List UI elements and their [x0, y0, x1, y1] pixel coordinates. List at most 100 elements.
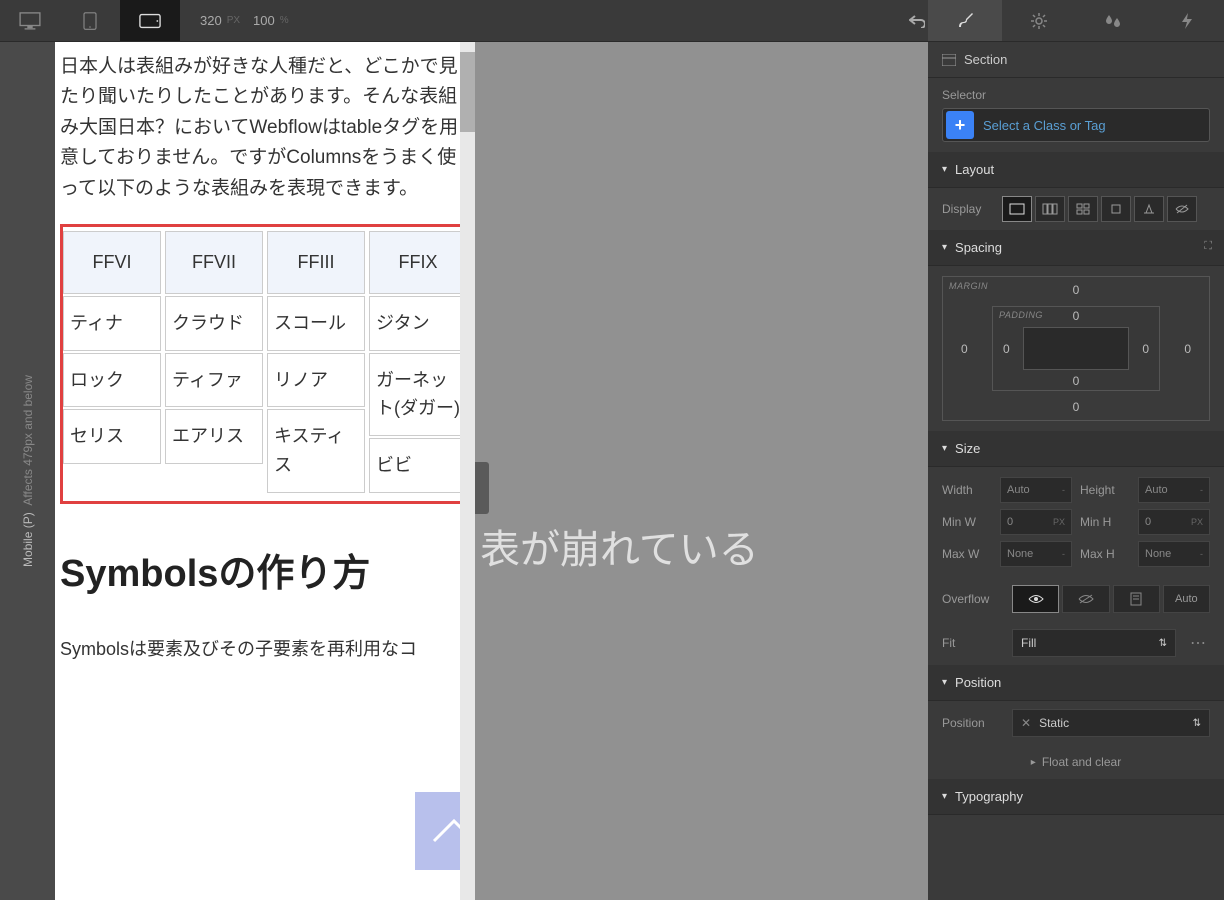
size-section-header[interactable]: ▾ Size	[928, 431, 1224, 467]
selector-block: Selector + Select a Class or Tag	[928, 78, 1224, 152]
fit-row: Fit Fill⇅ ⋯	[928, 621, 1224, 665]
padding-top[interactable]: 0	[1073, 309, 1080, 323]
overflow-label: Overflow	[942, 592, 1002, 606]
canvas-dimensions: 320 PX 100 %	[200, 13, 289, 28]
margin-top[interactable]: 0	[1073, 283, 1080, 297]
position-select[interactable]: ✕Static ⇅	[1012, 709, 1210, 737]
size-grid: Width Auto- Height Auto- Min W 0PX Min H…	[928, 467, 1224, 577]
chevron-down-icon: ▾	[942, 242, 947, 253]
width-input[interactable]: Auto-	[1000, 477, 1072, 503]
chevron-down-icon: ▾	[942, 791, 947, 802]
style-panel: Section Selector + Select a Class or Tag…	[928, 0, 1224, 900]
tab-style[interactable]	[928, 0, 1002, 41]
display-grid[interactable]	[1068, 196, 1098, 222]
canvas-zoom[interactable]: 100	[253, 13, 275, 28]
tab-interactions[interactable]	[1076, 0, 1150, 41]
spacing-section-header[interactable]: ▾ Spacing ⛶	[928, 230, 1224, 266]
selector-placeholder: Select a Class or Tag	[977, 118, 1106, 133]
height-input[interactable]: Auto-	[1138, 477, 1210, 503]
padding-bottom[interactable]: 0	[1073, 374, 1080, 388]
block-icon	[1009, 203, 1025, 215]
inline-block-icon	[1108, 203, 1124, 215]
overflow-auto[interactable]: Auto	[1163, 585, 1210, 613]
layout-section-header[interactable]: ▾ Layout	[928, 152, 1224, 188]
margin-bottom[interactable]: 0	[1073, 400, 1080, 414]
bolt-icon	[1180, 12, 1194, 30]
padding-right[interactable]: 0	[1142, 342, 1149, 356]
display-inline-block[interactable]	[1101, 196, 1131, 222]
overflow-scroll[interactable]	[1113, 585, 1160, 613]
spacing-editor[interactable]: MARGIN 0 0 0 0 PADDING 0 0 0 0	[928, 266, 1224, 431]
margin-left[interactable]: 0	[961, 342, 968, 356]
scrollbar-thumb[interactable]	[460, 52, 475, 132]
table-cell: セリス	[63, 409, 161, 464]
add-class-button[interactable]: +	[946, 111, 974, 139]
device-preview[interactable]: 日本人は表組みが好きな人種だと、どこかで見たり聞いたりしたことがあります。そんな…	[55, 42, 475, 900]
position-section-header[interactable]: ▾ Position	[928, 665, 1224, 701]
breakpoint-rail: Mobile (P) Affects 479px and below	[0, 42, 55, 900]
overflow-visible[interactable]	[1012, 585, 1059, 613]
display-block[interactable]	[1002, 196, 1032, 222]
breakpoint-switcher	[0, 0, 180, 41]
float-clear-row[interactable]: ▸ Float and clear	[928, 745, 1224, 779]
display-inline[interactable]	[1134, 196, 1164, 222]
breakpoint-desktop[interactable]	[0, 0, 60, 41]
table-header: FFVI	[63, 231, 161, 294]
resize-handle[interactable]	[475, 462, 489, 514]
chevron-down-icon: ▾	[942, 443, 947, 454]
overflow-hidden[interactable]	[1062, 585, 1109, 613]
maxw-input[interactable]: None-	[1000, 541, 1072, 567]
canvas-area: Mobile (P) Affects 479px and below 日本人は表…	[0, 42, 928, 900]
eye-off-icon	[1078, 594, 1094, 604]
minh-label: Min H	[1080, 515, 1130, 529]
margin-right[interactable]: 0	[1184, 342, 1191, 356]
tab-settings[interactable]	[1002, 0, 1076, 41]
chevron-down-icon: ▾	[942, 164, 947, 175]
inline-icon	[1142, 203, 1156, 215]
flex-icon	[1042, 203, 1058, 215]
brush-icon	[956, 12, 974, 30]
maxw-label: Max W	[942, 547, 992, 561]
breakpoint-mobile-landscape[interactable]	[120, 0, 180, 41]
preview-scrollbar[interactable]	[460, 42, 475, 900]
display-none[interactable]	[1167, 196, 1197, 222]
minh-input[interactable]: 0PX	[1138, 509, 1210, 535]
fit-label: Fit	[942, 636, 1002, 650]
breadcrumb-row[interactable]: Section	[928, 42, 1224, 78]
table-cell: エアリス	[165, 409, 263, 464]
height-label: Height	[1080, 483, 1130, 497]
minw-label: Min W	[942, 515, 992, 529]
zoom-unit: %	[280, 15, 289, 26]
breakpoint-tablet[interactable]	[60, 0, 120, 41]
width-label: Width	[942, 483, 992, 497]
grid-icon	[1076, 203, 1090, 215]
table-cell: クラウド	[165, 296, 263, 351]
intro-paragraph: 日本人は表組みが好きな人種だと、どこかで見たり聞いたりしたことがあります。そんな…	[60, 52, 470, 204]
position-row: Position ✕Static ⇅	[928, 701, 1224, 745]
padding-left[interactable]: 0	[1003, 342, 1010, 356]
display-flex[interactable]	[1035, 196, 1065, 222]
table-cell: ティナ	[63, 296, 161, 351]
selector-input[interactable]: + Select a Class or Tag	[942, 108, 1210, 142]
canvas-width[interactable]: 320	[200, 13, 222, 28]
expand-icon[interactable]: ⛶	[1204, 240, 1212, 253]
mobile-landscape-icon	[139, 12, 161, 30]
table-header: FFVII	[165, 231, 263, 294]
annotation-text: 表が崩れている	[480, 517, 759, 575]
overflow-row: Overflow Auto	[928, 577, 1224, 621]
margin-label: MARGIN	[949, 281, 988, 291]
position-label: Position	[942, 716, 1002, 730]
desktop-icon	[19, 12, 41, 30]
eye-off-icon	[1174, 203, 1190, 215]
fit-select[interactable]: Fill⇅	[1012, 629, 1176, 657]
minw-input[interactable]: 0PX	[1000, 509, 1072, 535]
breakpoint-rail-text: Mobile (P) Affects 479px and below	[21, 375, 35, 567]
droplets-icon	[1104, 12, 1122, 30]
close-icon: ✕	[1021, 716, 1031, 730]
typography-section-header[interactable]: ▾ Typography	[928, 779, 1224, 815]
fit-more-button[interactable]: ⋯	[1186, 633, 1210, 653]
chevron-down-icon: ▾	[942, 677, 947, 688]
maxh-input[interactable]: None-	[1138, 541, 1210, 567]
tab-effects[interactable]	[1150, 0, 1224, 41]
table-cell: キスティス	[267, 409, 365, 493]
